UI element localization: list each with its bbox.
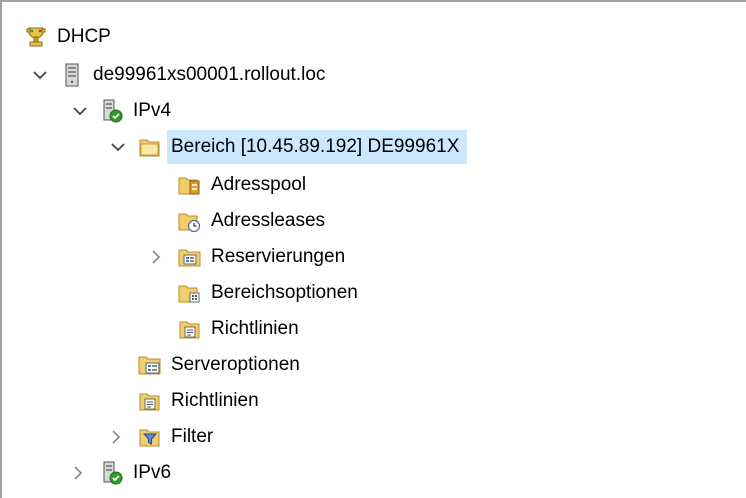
tree-node-label: Richtlinien — [211, 318, 299, 339]
tree-node-filter[interactable]: Filter — [138, 420, 213, 454]
address-leases-icon — [178, 209, 202, 233]
chevron-down-icon — [73, 107, 87, 116]
tree-node-label: DHCP — [57, 26, 111, 47]
filter-icon — [138, 425, 162, 449]
policies-icon — [178, 317, 202, 341]
server-icon — [60, 63, 84, 87]
expand-toggle-filter[interactable] — [106, 420, 126, 454]
tree-node-label: Bereichsoptionen — [211, 282, 358, 303]
chevron-right-icon — [112, 430, 121, 444]
server-options-icon — [138, 353, 162, 377]
expand-toggle-reservations[interactable] — [146, 240, 166, 274]
policies-icon — [138, 389, 162, 413]
scope-options-icon — [178, 281, 202, 305]
tree-node-ipv6[interactable]: IPv6 — [100, 456, 171, 490]
folder-open-icon — [138, 135, 162, 159]
tree-node-address-pool[interactable]: Adresspool — [178, 168, 306, 202]
tree-node-label: Filter — [171, 426, 214, 447]
tree-view-panel: DHCP de99961xs00001.rollout.loc IPv4 Ber… — [0, 0, 746, 498]
chevron-right-icon — [74, 466, 83, 480]
tree-node-label: Serveroptionen — [171, 354, 300, 375]
chevron-down-icon — [111, 143, 125, 152]
tree-node-label: IPv4 — [133, 100, 172, 121]
chevron-right-icon — [152, 250, 161, 264]
tree-node-label: Adresspool — [211, 174, 307, 195]
tree-node-server-options[interactable]: Serveroptionen — [138, 348, 300, 382]
dhcp-icon — [24, 25, 48, 49]
expand-toggle-scope[interactable] — [108, 130, 128, 164]
tree-node-label-selected: Bereich [10.45.89.192] DE99961X — [167, 130, 468, 164]
ipv4-icon — [100, 99, 124, 123]
tree-node-address-leases[interactable]: Adressleases — [178, 204, 325, 238]
expand-toggle-ipv6[interactable] — [68, 456, 88, 490]
tree-node-label: Adressleases — [211, 210, 326, 231]
tree-node-scope[interactable]: Bereich [10.45.89.192] DE99961X — [138, 130, 468, 164]
tree-node-scope-policies[interactable]: Richtlinien — [178, 312, 299, 346]
tree-node-ipv4[interactable]: IPv4 — [100, 94, 171, 128]
tree-node-server-policies[interactable]: Richtlinien — [138, 384, 259, 418]
tree-node-label: Reservierungen — [211, 246, 346, 267]
tree-node-label: de99961xs00001.rollout.loc — [93, 64, 326, 85]
tree-node-reservations[interactable]: Reservierungen — [178, 240, 345, 274]
address-pool-icon — [178, 173, 202, 197]
reservations-icon — [178, 245, 202, 269]
tree-node-dhcp[interactable]: DHCP — [24, 20, 111, 54]
tree-node-label: IPv6 — [133, 462, 172, 483]
expand-toggle-server[interactable] — [30, 58, 50, 92]
expand-toggle-ipv4[interactable] — [70, 94, 90, 128]
ipv6-icon — [100, 461, 124, 485]
chevron-down-icon — [33, 71, 47, 80]
tree-node-label: Richtlinien — [171, 390, 259, 411]
tree-node-scope-options[interactable]: Bereichsoptionen — [178, 276, 358, 310]
tree-node-server[interactable]: de99961xs00001.rollout.loc — [60, 58, 325, 92]
